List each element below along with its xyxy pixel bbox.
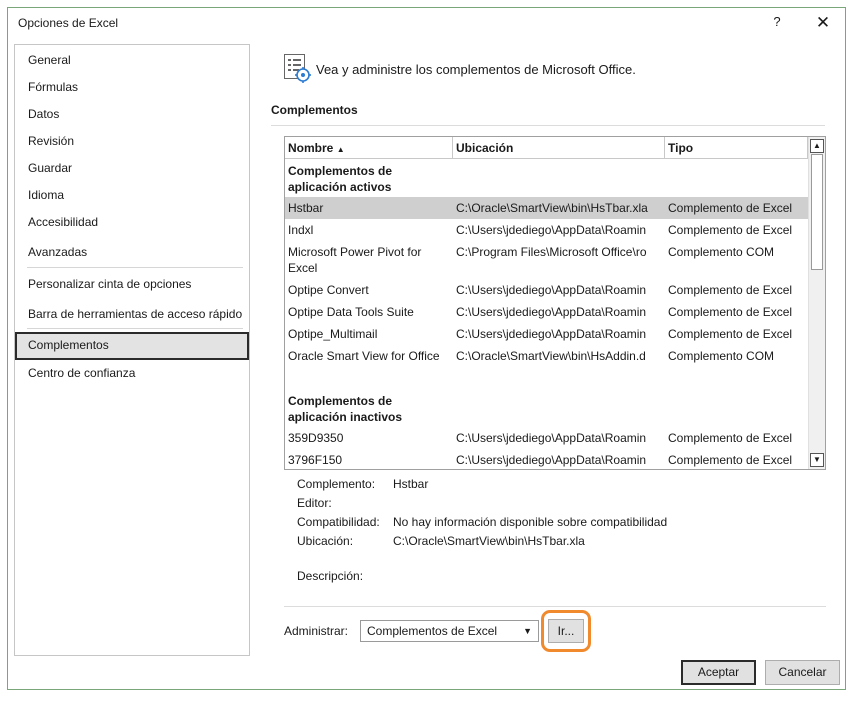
ok-button[interactable]: Aceptar (681, 660, 756, 685)
detail-editor-label: Editor: (297, 496, 332, 510)
scrollbar-thumb[interactable] (811, 154, 823, 270)
group-header-active: Complementos de aplicación activos (288, 164, 393, 194)
manage-select[interactable]: Complementos de Excel ▼ (360, 620, 539, 642)
section-divider (271, 125, 825, 126)
table-row[interactable]: 3796F150 C:\Users\jdediego\AppData\Roami… (285, 449, 808, 469)
nav-separator (27, 267, 243, 268)
bottom-divider (284, 606, 826, 607)
scroll-up-icon[interactable]: ▲ (810, 139, 824, 153)
detail-addin-label: Complemento: (297, 477, 376, 491)
detail-description-label: Descripción: (297, 569, 364, 583)
section-title: Complementos (271, 103, 358, 117)
table-row[interactable]: 359D9350 C:\Users\jdediego\AppData\Roami… (285, 427, 808, 449)
detail-location-value: C:\Oracle\SmartView\bin\HsTbar.xla (393, 534, 585, 548)
nav-separator (27, 328, 243, 329)
detail-location-label: Ubicación: (297, 534, 354, 548)
header-description: Vea y administre los complementos de Mic… (316, 62, 636, 77)
vertical-scrollbar[interactable]: ▲ ▼ (808, 137, 825, 469)
nav-item-avanzadas[interactable]: Avanzadas (15, 239, 249, 265)
nav-item-centro-confianza[interactable]: Centro de confianza (15, 360, 249, 386)
chevron-down-icon: ▼ (523, 626, 532, 636)
addins-gear-icon (284, 54, 311, 83)
nav-item-formulas[interactable]: Fórmulas (15, 74, 249, 100)
group-header-inactive: Complementos de aplicación inactivos (288, 394, 403, 424)
table-row[interactable]: Microsoft Power Pivot for Excel C:\Progr… (285, 241, 808, 279)
table-row[interactable]: Optipe Convert C:\Users\jdediego\AppData… (285, 279, 808, 301)
column-header-name[interactable]: Nombre ▲ (285, 137, 453, 159)
scroll-down-icon[interactable]: ▼ (810, 453, 824, 467)
nav-item-general[interactable]: General (15, 47, 249, 73)
nav-item-accesibilidad[interactable]: Accesibilidad (15, 209, 249, 235)
go-button[interactable]: Ir... (548, 619, 584, 643)
detail-compat-label: Compatibilidad: (297, 515, 380, 529)
table-row[interactable]: Optipe_Multimail C:\Users\jdediego\AppDa… (285, 323, 808, 345)
sort-ascending-icon: ▲ (336, 145, 345, 154)
manage-label: Administrar: (284, 624, 349, 638)
detail-compat-value: No hay información disponible sobre comp… (393, 515, 668, 529)
nav-item-guardar[interactable]: Guardar (15, 155, 249, 181)
table-row[interactable]: Oracle Smart View for Office C:\Oracle\S… (285, 345, 808, 367)
nav-item-datos[interactable]: Datos (15, 101, 249, 127)
help-button[interactable]: ? (770, 14, 784, 32)
addins-list[interactable]: Nombre ▲ Ubicación Tipo Complementos de … (284, 136, 826, 470)
table-row[interactable]: Indxl C:\Users\jdediego\AppData\Roamin C… (285, 219, 808, 241)
nav-item-complementos[interactable]: Complementos (15, 332, 249, 360)
column-header-type[interactable]: Tipo (665, 137, 808, 159)
category-nav: General Fórmulas Datos Revisión Guardar … (14, 44, 250, 656)
cancel-button[interactable]: Cancelar (765, 660, 840, 685)
nav-item-revision[interactable]: Revisión (15, 128, 249, 154)
nav-item-idioma[interactable]: Idioma (15, 182, 249, 208)
column-header-location[interactable]: Ubicación (453, 137, 665, 159)
table-row[interactable]: Hstbar C:\Oracle\SmartView\bin\HsTbar.xl… (285, 197, 808, 219)
close-button[interactable]: ✕ (814, 13, 832, 33)
nav-item-personalizar-cinta[interactable]: Personalizar cinta de opciones (15, 271, 249, 297)
detail-addin-value: Hstbar (393, 477, 429, 491)
nav-item-barra-acceso-rapido[interactable]: Barra de herramientas de acceso rápido (15, 301, 249, 327)
window-title: Opciones de Excel (18, 16, 119, 30)
table-row[interactable]: Optipe Data Tools Suite C:\Users\jdedieg… (285, 301, 808, 323)
